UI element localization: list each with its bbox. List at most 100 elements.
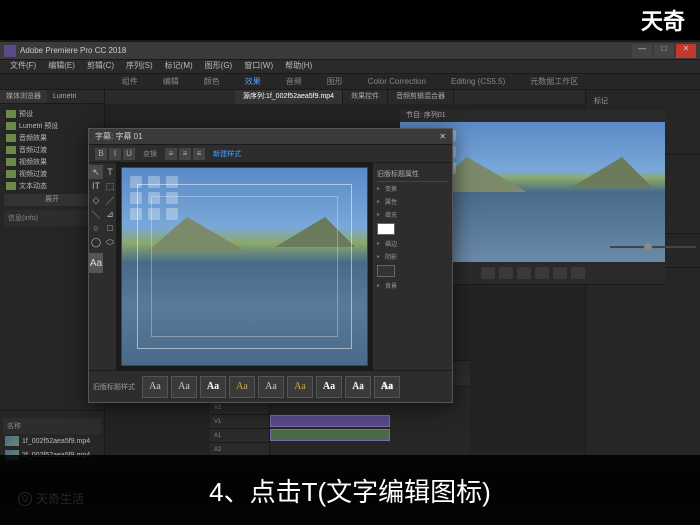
menu-help[interactable]: 帮助(H) (279, 60, 318, 73)
menu-marker[interactable]: 标记(M) (159, 60, 199, 73)
line-tool[interactable]: ＼ (89, 207, 103, 221)
ws-effects[interactable]: 效果 (245, 76, 261, 87)
caption-overlay: 4、点击T(文字编辑图标) (0, 455, 700, 525)
step-back-button[interactable] (517, 267, 531, 279)
italic-icon[interactable]: I (109, 148, 121, 160)
track-v2[interactable]: V2 (210, 401, 269, 415)
dialog-titlebar[interactable]: 字幕: 字幕 01 ✕ (89, 129, 452, 145)
audio-clip[interactable] (270, 429, 390, 441)
folder-icon (6, 182, 16, 190)
new-style-link[interactable]: 新建样式 (213, 149, 241, 159)
menu-edit[interactable]: 编辑(E) (42, 60, 81, 73)
mark-out-button[interactable] (499, 267, 513, 279)
dialog-close-button[interactable]: ✕ (439, 132, 446, 141)
folder-icon (6, 170, 16, 178)
style-preset-7[interactable]: Aa (316, 376, 342, 398)
tab-program[interactable]: 节目: 序列01 (400, 110, 452, 122)
ws-assembly[interactable]: 组件 (122, 76, 138, 87)
clip-thumb-icon (5, 436, 19, 446)
panel-markers[interactable]: 标记 (590, 94, 696, 108)
arc-tool[interactable]: ⬭ (103, 235, 117, 249)
ws-editing[interactable]: 编辑 (163, 76, 179, 87)
project-header: 名称 (3, 418, 101, 434)
style-preset-5[interactable]: Aa (258, 376, 284, 398)
align-right-icon[interactable]: ≡ (193, 148, 205, 160)
maximize-button[interactable]: □ (654, 44, 674, 58)
effect-text-motion[interactable]: 文本动态 (4, 180, 100, 192)
prop-stroke[interactable]: ▸描边 (377, 237, 448, 250)
menu-file[interactable]: 文件(F) (4, 60, 42, 73)
menu-graphics[interactable]: 图形(G) (199, 60, 239, 73)
tab-source[interactable]: 源序列:1f_002f52aea5f9.mp4 (235, 90, 343, 104)
prop-shadow[interactable]: ▸阴影 (377, 250, 448, 263)
effect-audio-trans[interactable]: 音频过渡 (4, 144, 100, 156)
tab-media-browser[interactable]: 媒体浏览器 (0, 90, 47, 103)
type-tool[interactable]: T (103, 165, 117, 179)
pen-tool[interactable]: ／ (103, 193, 117, 207)
folder-icon (6, 146, 16, 154)
prop-transform[interactable]: ▸变换 (377, 182, 448, 195)
wedge-tool[interactable]: ⊿ (103, 207, 117, 221)
ellipse-tool[interactable]: ○ (89, 221, 103, 235)
selection-tool[interactable]: ↖ (89, 165, 103, 179)
close-button[interactable]: ✕ (676, 44, 696, 58)
folder-icon (6, 158, 16, 166)
ws-metadata[interactable]: 元数据工作区 (530, 76, 578, 87)
align-left-icon[interactable]: ≡ (165, 148, 177, 160)
tab-audio-mixer[interactable]: 音频剪辑混合器 (388, 90, 454, 104)
title-editor-dialog: 字幕: 字幕 01 ✕ B I U 变换 ≡ ≡ ≡ 新建样式 ↖ T IT ⬚… (88, 128, 453, 403)
style-preset-8[interactable]: Aa (345, 376, 371, 398)
path-type-tool[interactable]: ◇ (89, 193, 103, 207)
export-frame-button[interactable] (571, 267, 585, 279)
rounded-rect-tool[interactable]: ◯ (89, 235, 103, 249)
step-fwd-button[interactable] (553, 267, 567, 279)
caption-text: 4、点击T(文字编辑图标) (209, 472, 491, 509)
ws-colorcorrection[interactable]: Color Correction (368, 77, 426, 86)
track-v1[interactable]: V1 (210, 415, 269, 429)
prop-background[interactable]: ▸背景 (377, 279, 448, 292)
slider-track[interactable] (610, 246, 696, 248)
play-button[interactable] (535, 267, 549, 279)
video-clip[interactable] (270, 415, 390, 427)
style-preset-1[interactable]: Aa (142, 376, 168, 398)
ws-editing55[interactable]: Editing (CS5.5) (451, 77, 505, 86)
prop-properties[interactable]: ▸属性 (377, 195, 448, 208)
title-canvas[interactable] (121, 167, 368, 366)
title-properties-panel: 旧版标题属性 ▸变换 ▸属性 ▸填充 ▸描边 ▸阴影 ▸背景 (372, 163, 452, 370)
ws-graphics[interactable]: 图形 (327, 76, 343, 87)
vertical-type-tool[interactable]: IT (89, 179, 103, 193)
bold-icon[interactable]: B (95, 148, 107, 160)
underline-icon[interactable]: U (123, 148, 135, 160)
menu-clip[interactable]: 剪辑(C) (81, 60, 120, 73)
menubar: 文件(F) 编辑(E) 剪辑(C) 序列(S) 标记(M) 图形(G) 窗口(W… (0, 60, 700, 74)
effect-video-fx[interactable]: 视频效果 (4, 156, 100, 168)
track-a1[interactable]: A1 (210, 429, 269, 443)
ws-color[interactable]: 颜色 (204, 76, 220, 87)
effect-video-trans[interactable]: 视频过渡 (4, 168, 100, 180)
fill-color-swatch[interactable] (377, 223, 395, 235)
minimize-button[interactable]: — (632, 44, 652, 58)
text-sample-icon[interactable]: Aa (89, 253, 103, 273)
project-item-1[interactable]: 1f_002f52aea5f9.mp4 (3, 434, 101, 448)
area-type-tool[interactable]: ⬚ (103, 179, 117, 193)
expand-button[interactable]: 展开 (4, 194, 100, 206)
transform-label: 变换 (143, 149, 157, 159)
style-preset-9[interactable]: Aa (374, 376, 400, 398)
menu-window[interactable]: 窗口(W) (238, 60, 279, 73)
tab-lumetri[interactable]: Lumetri (47, 90, 82, 103)
rectangle-tool[interactable]: □ (103, 221, 117, 235)
style-preset-2[interactable]: Aa (171, 376, 197, 398)
effect-lumetri-presets[interactable]: Lumetri 预设 (4, 120, 100, 132)
ws-audio[interactable]: 音频 (286, 76, 302, 87)
shadow-color-swatch[interactable] (377, 265, 395, 277)
style-preset-3[interactable]: Aa (200, 376, 226, 398)
style-preset-6[interactable]: Aa (287, 376, 313, 398)
mark-in-button[interactable] (481, 267, 495, 279)
style-preset-4[interactable]: Aa (229, 376, 255, 398)
effect-audio-fx[interactable]: 音频效果 (4, 132, 100, 144)
menu-sequence[interactable]: 序列(S) (120, 60, 159, 73)
prop-fill[interactable]: ▸填充 (377, 208, 448, 221)
tab-effect-controls[interactable]: 效果控件 (343, 90, 388, 104)
align-center-icon[interactable]: ≡ (179, 148, 191, 160)
effect-presets[interactable]: 预设 (4, 108, 100, 120)
